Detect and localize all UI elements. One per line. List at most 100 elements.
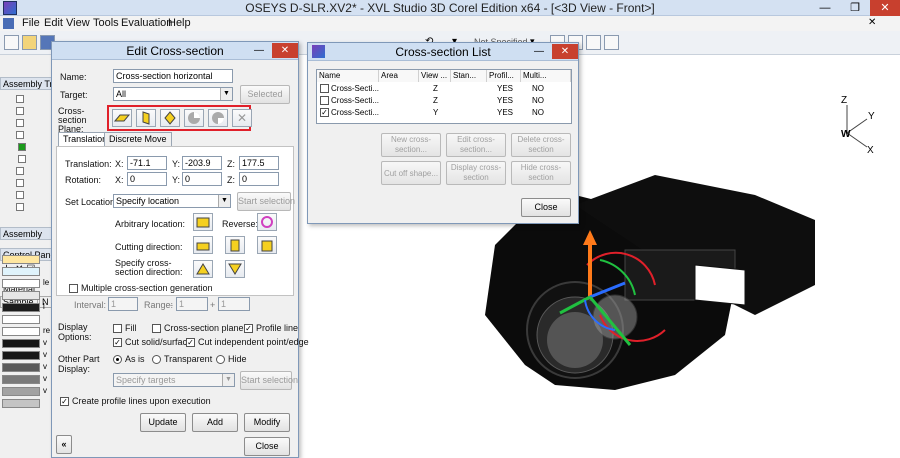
row-visibility-checkbox[interactable]: ✓ xyxy=(320,108,329,117)
chevron-down-icon[interactable]: ▼ xyxy=(220,88,232,100)
menu-edit[interactable]: Edit xyxy=(44,17,63,29)
tab-discrete-move[interactable]: Discrete Move xyxy=(104,132,172,146)
set-location-select[interactable]: Specify location ▼ xyxy=(113,194,231,208)
menu-evaluation[interactable]: Evaluation xyxy=(121,17,172,29)
create-profile-lines-checkbox[interactable]: ✓ xyxy=(60,397,69,406)
minimize-button[interactable]: — xyxy=(530,44,548,59)
tree-row[interactable] xyxy=(18,154,54,165)
menu-help[interactable]: Help xyxy=(168,17,191,29)
material-swatch[interactable] xyxy=(2,315,40,324)
material-swatch[interactable] xyxy=(2,399,40,408)
close-button[interactable]: Close xyxy=(244,437,290,456)
translation-x-field[interactable]: -71.1 xyxy=(127,156,167,170)
as-is-radio[interactable] xyxy=(113,355,122,364)
specify-targets-select[interactable]: Specify targets ▼ xyxy=(113,373,235,387)
pie-half-icon[interactable] xyxy=(184,109,204,127)
direction-x-icon[interactable] xyxy=(193,236,213,254)
material-swatch[interactable] xyxy=(2,267,40,276)
display-cross-section-button[interactable]: Display cross-section xyxy=(446,161,506,185)
menu-tools[interactable]: Tools xyxy=(93,17,119,29)
plane-face-icon[interactable] xyxy=(160,109,180,127)
menu-file[interactable]: File xyxy=(22,17,40,29)
material-swatch[interactable] xyxy=(2,279,40,288)
view-icon[interactable] xyxy=(604,35,619,50)
table-row[interactable]: ✓ Cross-Secti... Y YES NO xyxy=(317,107,571,119)
tree-row[interactable] xyxy=(18,142,54,153)
fill-checkbox[interactable] xyxy=(113,324,122,333)
material-swatch[interactable] xyxy=(2,291,40,300)
reverse-icon[interactable] xyxy=(257,213,277,231)
tree-row[interactable] xyxy=(16,166,52,177)
new-cross-section-button[interactable]: New cross-section... xyxy=(381,133,441,157)
col-area[interactable]: Area xyxy=(379,70,419,82)
tree-row[interactable] xyxy=(16,178,52,189)
open-folder-icon[interactable] xyxy=(22,35,37,50)
minimize-button[interactable]: — xyxy=(250,43,268,58)
profile-line-checkbox[interactable]: ✓ xyxy=(244,324,253,333)
target-select[interactable]: All ▼ xyxy=(113,87,233,101)
cut-independent-checkbox[interactable]: ✓ xyxy=(186,338,195,347)
material-swatch[interactable] xyxy=(2,303,40,312)
close-icon[interactable]: ✕ xyxy=(272,43,298,58)
start-selection-button[interactable]: Start selection xyxy=(237,192,295,211)
col-view[interactable]: View ... xyxy=(419,70,451,82)
cut-off-shape-button[interactable]: Cut off shape... xyxy=(381,161,441,185)
range-from-field[interactable]: 1 xyxy=(176,297,208,311)
rotation-z-field[interactable]: 0 xyxy=(239,172,279,186)
specify-direction-2-icon[interactable] xyxy=(225,260,245,278)
modify-button[interactable]: Modify xyxy=(244,413,290,432)
hide-cross-section-button[interactable]: Hide cross-section xyxy=(511,161,571,185)
close-icon[interactable]: ✕ xyxy=(552,44,578,59)
clear-plane-icon[interactable]: ✕ xyxy=(232,109,252,127)
tree-row[interactable] xyxy=(16,106,52,117)
translation-z-field[interactable]: 177.5 xyxy=(239,156,279,170)
cross-section-plane-checkbox[interactable] xyxy=(152,324,161,333)
col-profile[interactable]: Profil... xyxy=(487,70,521,82)
direction-y-icon[interactable] xyxy=(225,236,245,254)
table-row[interactable]: Cross-Secti... Z YES NO xyxy=(317,83,571,95)
material-swatch[interactable] xyxy=(2,339,40,348)
row-visibility-checkbox[interactable] xyxy=(320,84,329,93)
interval-field[interactable]: 1 xyxy=(108,297,138,311)
col-standard[interactable]: Stan... xyxy=(451,70,487,82)
collapse-icon[interactable]: « xyxy=(56,435,72,454)
pie-quarter-icon[interactable] xyxy=(208,109,228,127)
edit-cross-section-button[interactable]: Edit cross-section... xyxy=(446,133,506,157)
selected-button[interactable]: Selected xyxy=(240,85,290,104)
range-to-field[interactable]: 1 xyxy=(218,297,250,311)
arbitrary-location-icon[interactable] xyxy=(193,213,213,231)
tree-row[interactable] xyxy=(16,202,52,213)
tree-row[interactable] xyxy=(16,94,52,105)
menu-view[interactable]: View xyxy=(66,17,90,29)
material-swatch[interactable] xyxy=(2,351,40,360)
tree-row[interactable] xyxy=(16,118,52,129)
tree-row[interactable] xyxy=(16,130,52,141)
rotation-y-field[interactable]: 0 xyxy=(182,172,222,186)
update-button[interactable]: Update xyxy=(140,413,186,432)
material-swatch[interactable] xyxy=(2,387,40,396)
assembly-tab[interactable]: Assembly xyxy=(0,227,55,240)
material-swatch[interactable] xyxy=(2,375,40,384)
restore-button[interactable]: ❐ xyxy=(840,0,870,16)
direction-z-icon[interactable] xyxy=(257,236,277,254)
close-window-button[interactable]: ✕ xyxy=(870,0,900,16)
chevron-down-icon[interactable]: ▼ xyxy=(218,195,230,207)
translation-y-field[interactable]: -203.9 xyxy=(182,156,222,170)
material-swatch[interactable] xyxy=(2,327,40,336)
material-swatch[interactable] xyxy=(2,255,40,264)
horizontal-plane-icon[interactable] xyxy=(112,109,132,127)
list-close-button[interactable]: Close xyxy=(521,198,571,217)
col-multi[interactable]: Multi... xyxy=(521,70,571,82)
document-icon[interactable] xyxy=(3,18,14,29)
delete-cross-section-button[interactable]: Delete cross-section xyxy=(511,133,571,157)
row-visibility-checkbox[interactable] xyxy=(320,96,329,105)
tree-row[interactable] xyxy=(16,190,52,201)
hide-radio[interactable] xyxy=(216,355,225,364)
multiple-generation-checkbox[interactable] xyxy=(69,284,78,293)
table-row[interactable]: Cross-Secti... Z YES NO xyxy=(317,95,571,107)
minimize-button[interactable]: — xyxy=(810,0,840,16)
add-button[interactable]: Add xyxy=(192,413,238,432)
col-name[interactable]: Name xyxy=(317,70,379,82)
specify-direction-icon[interactable] xyxy=(193,260,213,278)
cut-solid-checkbox[interactable]: ✓ xyxy=(113,338,122,347)
